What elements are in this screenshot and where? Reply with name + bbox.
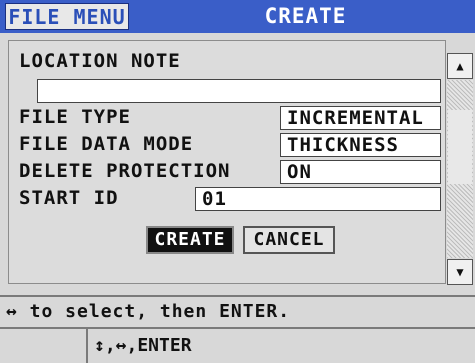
file-type-label: FILE TYPE — [19, 106, 131, 128]
keys-divider — [86, 329, 88, 363]
hint-bar: ↔ to select, then ENTER. — [0, 295, 475, 327]
title-bar: FILE MENU CREATE — [0, 0, 475, 33]
active-keys-text: ↕,↔,ENTER — [94, 335, 192, 356]
file-menu-tab[interactable]: FILE MENU — [5, 3, 129, 30]
create-form-panel: LOCATION NOTE FILE TYPE INCREMENTAL FILE… — [8, 40, 446, 284]
scrollbar[interactable]: ▲ ▼ — [447, 53, 473, 285]
keys-bar: ↕,↔,ENTER — [0, 327, 475, 363]
scroll-up-icon[interactable]: ▲ — [447, 53, 473, 79]
create-button[interactable]: CREATE — [146, 226, 234, 254]
file-data-mode-label: FILE DATA MODE — [19, 133, 194, 155]
file-data-mode-field[interactable]: THICKNESS — [280, 133, 441, 157]
scrollbar-thumb[interactable] — [448, 110, 472, 184]
start-id-field[interactable]: 01 — [195, 187, 441, 211]
hint-text: ↔ to select, then ENTER. — [6, 301, 291, 322]
start-id-label: START ID — [19, 187, 119, 209]
cancel-button[interactable]: CANCEL — [243, 226, 335, 254]
location-note-field[interactable] — [37, 79, 441, 103]
location-note-label: LOCATION NOTE — [19, 50, 181, 72]
file-type-field[interactable]: INCREMENTAL — [280, 106, 441, 130]
delete-protection-field[interactable]: ON — [280, 160, 441, 184]
delete-protection-label: DELETE PROTECTION — [19, 160, 231, 182]
page-title: CREATE — [264, 4, 347, 28]
scrollbar-track[interactable] — [447, 80, 473, 258]
screen: FILE MENU CREATE LOCATION NOTE FILE TYPE… — [0, 0, 475, 363]
scroll-down-icon[interactable]: ▼ — [447, 259, 473, 285]
